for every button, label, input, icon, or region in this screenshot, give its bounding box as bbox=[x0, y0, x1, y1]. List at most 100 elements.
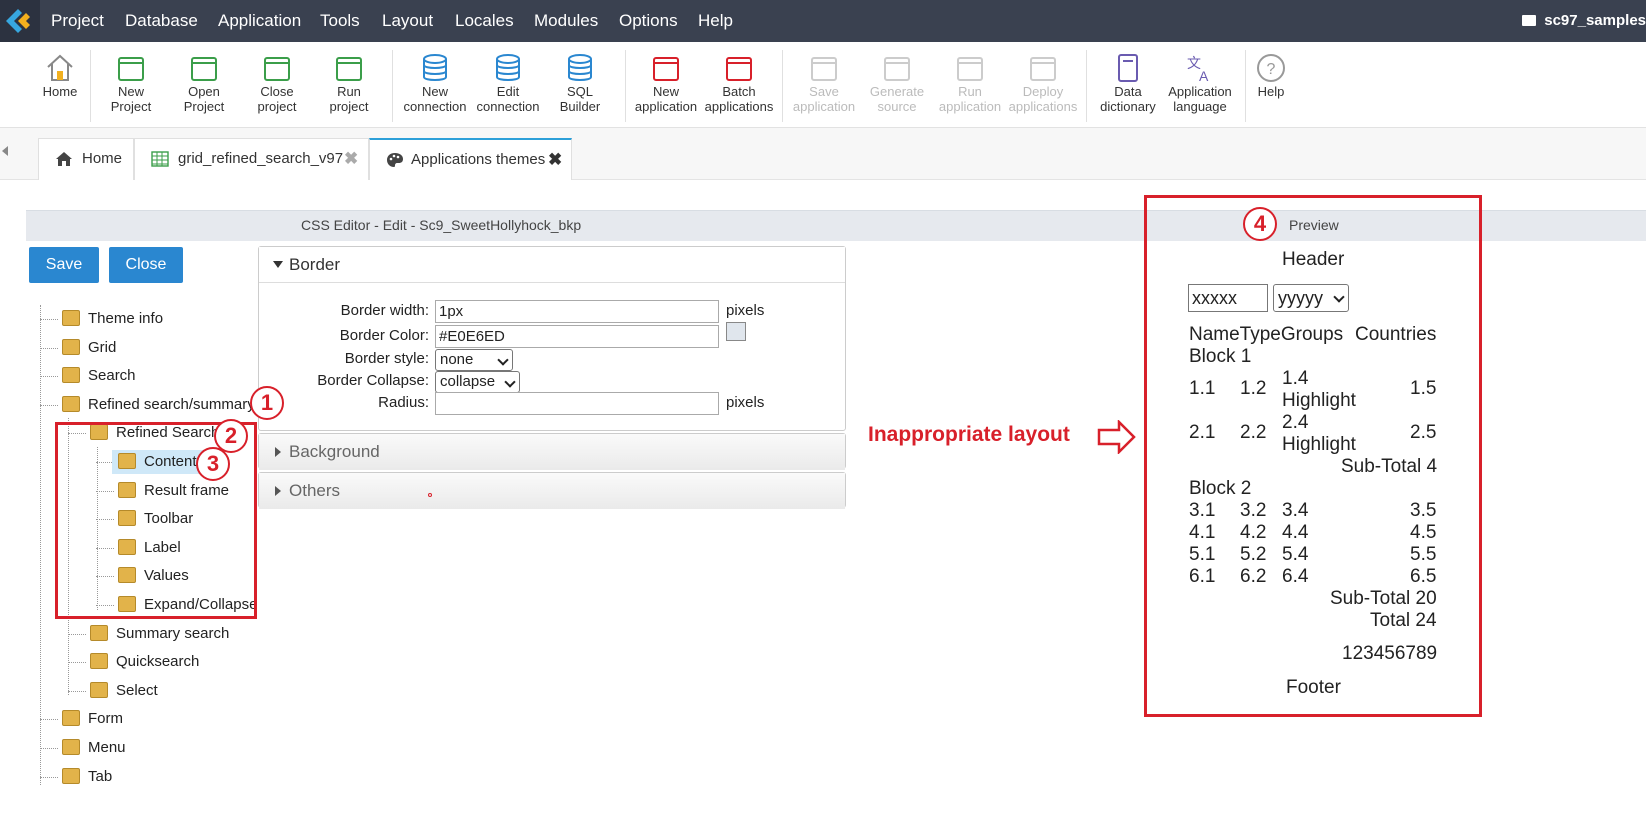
toolbar-button-label: New application bbox=[634, 84, 698, 114]
background-panel-header[interactable]: Background bbox=[259, 434, 845, 470]
new-connection-icon bbox=[423, 54, 447, 81]
close-tab-icon[interactable]: ✖ bbox=[548, 140, 562, 180]
tree-item-form[interactable]: Form bbox=[62, 707, 123, 731]
new-application-button[interactable]: New application bbox=[628, 42, 704, 128]
menu-database[interactable]: Database bbox=[125, 0, 198, 42]
tree-item-summary-search[interactable]: Summary search bbox=[90, 622, 229, 646]
generate-source-button[interactable]: Generate source bbox=[859, 42, 935, 128]
menu-tools[interactable]: Tools bbox=[320, 0, 360, 42]
tree-connector bbox=[40, 347, 58, 349]
tree-item-search[interactable]: Search bbox=[62, 364, 136, 388]
tree-item-select[interactable]: Select bbox=[90, 679, 158, 703]
close-tab-icon[interactable]: ✖ bbox=[344, 139, 358, 179]
scriptcase-logo-icon bbox=[6, 9, 30, 33]
preview-select[interactable]: yyyyy bbox=[1273, 284, 1349, 312]
save-application-button[interactable]: Save application bbox=[786, 42, 862, 128]
tree-item-label: Summary search bbox=[116, 624, 230, 642]
preview-subtotal: Sub-Total 20 bbox=[1330, 588, 1437, 609]
save-button[interactable]: Save bbox=[29, 247, 99, 283]
folder-icon bbox=[62, 338, 80, 355]
tree-item-tab[interactable]: Tab bbox=[62, 765, 112, 789]
batch-applications-button[interactable]: Batch applications bbox=[701, 42, 777, 128]
new-project-button[interactable]: New Project bbox=[93, 42, 169, 128]
tree-item-refined-search-summary[interactable]: Refined search/summary bbox=[62, 393, 255, 417]
folder-icon bbox=[90, 653, 108, 670]
run-application-icon bbox=[957, 57, 983, 81]
menu-application[interactable]: Application bbox=[218, 0, 301, 42]
menu-project[interactable]: Project bbox=[51, 0, 104, 42]
home-icon bbox=[47, 54, 73, 81]
toolbar-separator bbox=[782, 50, 783, 122]
run-project-icon bbox=[336, 57, 362, 81]
preview-cell: 2.2 bbox=[1240, 422, 1267, 443]
run-application-button[interactable]: Run application bbox=[932, 42, 1008, 128]
tree-item-menu[interactable]: Menu bbox=[62, 736, 126, 760]
menu-modules[interactable]: Modules bbox=[534, 0, 598, 42]
border-style-select[interactable]: none bbox=[435, 349, 513, 371]
tree-item-label: Refined search/summary bbox=[88, 395, 255, 413]
data-dictionary-button[interactable]: Data dictionary bbox=[1090, 42, 1166, 128]
others-panel[interactable]: Others bbox=[258, 472, 846, 509]
border-color-input[interactable]: #E0E6ED bbox=[435, 325, 719, 348]
open-project-button[interactable]: Open Project bbox=[166, 42, 242, 128]
tree-item-label: Tab bbox=[88, 767, 113, 785]
application-language-button[interactable]: 文 A Application language bbox=[1162, 42, 1238, 128]
top-menu-bar: Project Database Application Tools Layou… bbox=[0, 0, 1646, 42]
palette-icon bbox=[387, 153, 403, 167]
preview-cell: 6.5 bbox=[1410, 566, 1437, 587]
tree-item-label: Menu bbox=[88, 739, 126, 756]
folder-icon bbox=[90, 624, 108, 641]
folder-icon bbox=[62, 710, 80, 727]
menu-help[interactable]: Help bbox=[698, 0, 733, 42]
color-swatch[interactable] bbox=[726, 322, 746, 341]
tree-item-label: Select bbox=[116, 681, 158, 699]
preview-input[interactable]: xxxxx bbox=[1188, 284, 1268, 312]
menu-layout[interactable]: Layout bbox=[382, 0, 433, 42]
radius-input[interactable] bbox=[435, 392, 719, 415]
project-name[interactable]: sc97_samples bbox=[1522, 0, 1646, 42]
run-project-button[interactable]: Run project bbox=[311, 42, 387, 128]
close-button[interactable]: Close bbox=[109, 247, 183, 283]
grid-icon bbox=[151, 151, 169, 167]
save-application-icon bbox=[811, 57, 837, 81]
editor-title: CSS Editor - Edit - Sc9_SweetHollyhock_b… bbox=[301, 217, 582, 233]
close-project-button[interactable]: Close project bbox=[239, 42, 315, 128]
marker-4: 4 bbox=[1243, 207, 1277, 241]
preview-cell: 4.1 bbox=[1189, 522, 1216, 543]
preview-cell: 6.2 bbox=[1240, 566, 1267, 587]
annotation-text: Inappropriate layout bbox=[868, 423, 1070, 446]
preview-cell: 4.5 bbox=[1410, 522, 1437, 543]
tree-item-quicksearch[interactable]: Quicksearch bbox=[90, 650, 199, 674]
tab-applications-themes[interactable]: Applications themes ✖ bbox=[369, 138, 572, 180]
background-panel[interactable]: Background bbox=[258, 433, 846, 470]
preview-cell: 3.4 bbox=[1282, 500, 1309, 521]
tree-item-label: Grid bbox=[88, 338, 117, 356]
edit-connection-button[interactable]: Edit connection bbox=[470, 42, 546, 128]
others-panel-header[interactable]: Others bbox=[259, 473, 845, 509]
deploy-applications-button[interactable]: Deploy applications bbox=[1005, 42, 1081, 128]
preview-cell: 3.1 bbox=[1189, 500, 1216, 521]
tree-item-grid[interactable]: Grid bbox=[62, 336, 116, 360]
tree-item-theme-info[interactable]: Theme info bbox=[62, 307, 163, 331]
border-panel-header[interactable]: Border bbox=[259, 247, 845, 283]
tree-connector bbox=[68, 690, 86, 692]
border-width-input[interactable]: 1px bbox=[435, 300, 719, 323]
tree-item-label: Quicksearch bbox=[116, 653, 200, 671]
menu-locales[interactable]: Locales bbox=[455, 0, 514, 42]
page: Project Database Application Tools Layou… bbox=[0, 0, 1646, 825]
cursor-dot bbox=[428, 493, 432, 497]
folder-icon bbox=[62, 310, 80, 326]
preview-cell: 5.1 bbox=[1189, 544, 1216, 565]
tree-connector bbox=[40, 719, 58, 721]
sql-builder-button[interactable]: SQL Builder bbox=[542, 42, 618, 128]
home-button[interactable]: Home bbox=[22, 42, 98, 128]
toolbar-button-label: SQL Builder bbox=[559, 84, 601, 114]
border-collapse-select[interactable]: collapse bbox=[435, 371, 520, 393]
scroll-left-icon[interactable] bbox=[2, 146, 8, 156]
toolbar-separator bbox=[90, 50, 91, 122]
new-connection-button[interactable]: New connection bbox=[397, 42, 473, 128]
menu-options[interactable]: Options bbox=[619, 0, 678, 42]
preview-select-value: yyyyy bbox=[1278, 288, 1323, 308]
tab-grid-refined-search[interactable]: grid_refined_search_v97 ✖ bbox=[134, 138, 369, 180]
tab-home[interactable]: Home bbox=[38, 138, 134, 180]
